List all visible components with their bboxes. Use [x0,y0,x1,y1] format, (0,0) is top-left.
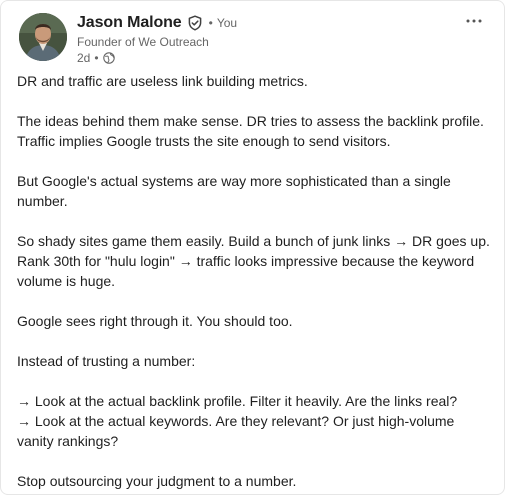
separator-dot: • [94,51,99,65]
post-paragraph: The ideas behind them make sense. DR tri… [17,113,484,149]
avatar[interactable] [19,13,67,61]
connection-degree: You [216,16,238,30]
author-meta: Jason Malone • You Founder of We Outreac… [77,13,448,66]
post-header: Jason Malone • You Founder of We Outreac… [17,13,488,66]
avatar-photo [19,13,67,61]
post-paragraph: So shady sites game them easily. Build a… [17,233,490,289]
post-paragraph: DR and traffic are useless link building… [17,73,308,89]
post-paragraph: Stop outsourcing your judgment to a numb… [17,473,297,489]
author-name[interactable]: Jason Malone [77,14,182,32]
separator-dot: • [208,16,213,30]
globe-icon [102,52,115,64]
author-headline: Founder of We Outreach [77,35,209,49]
post-paragraph: Google sees right through it. You should… [17,313,293,329]
post-paragraph: → Look at the actual backlink profile. F… [17,393,458,449]
post-timestamp-row: 2d • [77,50,448,66]
more-options-button[interactable] [460,9,488,33]
post-paragraph: Instead of trusting a number: [17,353,196,369]
post-body: DR and traffic are useless link building… [17,71,492,491]
post-time: 2d [77,51,91,65]
feed-post: Jason Malone • You Founder of We Outreac… [0,0,505,495]
author-name-row: Jason Malone • You [77,13,448,33]
verified-shield-icon [187,15,203,31]
more-horizontal-icon [466,19,482,23]
post-paragraph: But Google's actual systems are way more… [17,173,451,209]
